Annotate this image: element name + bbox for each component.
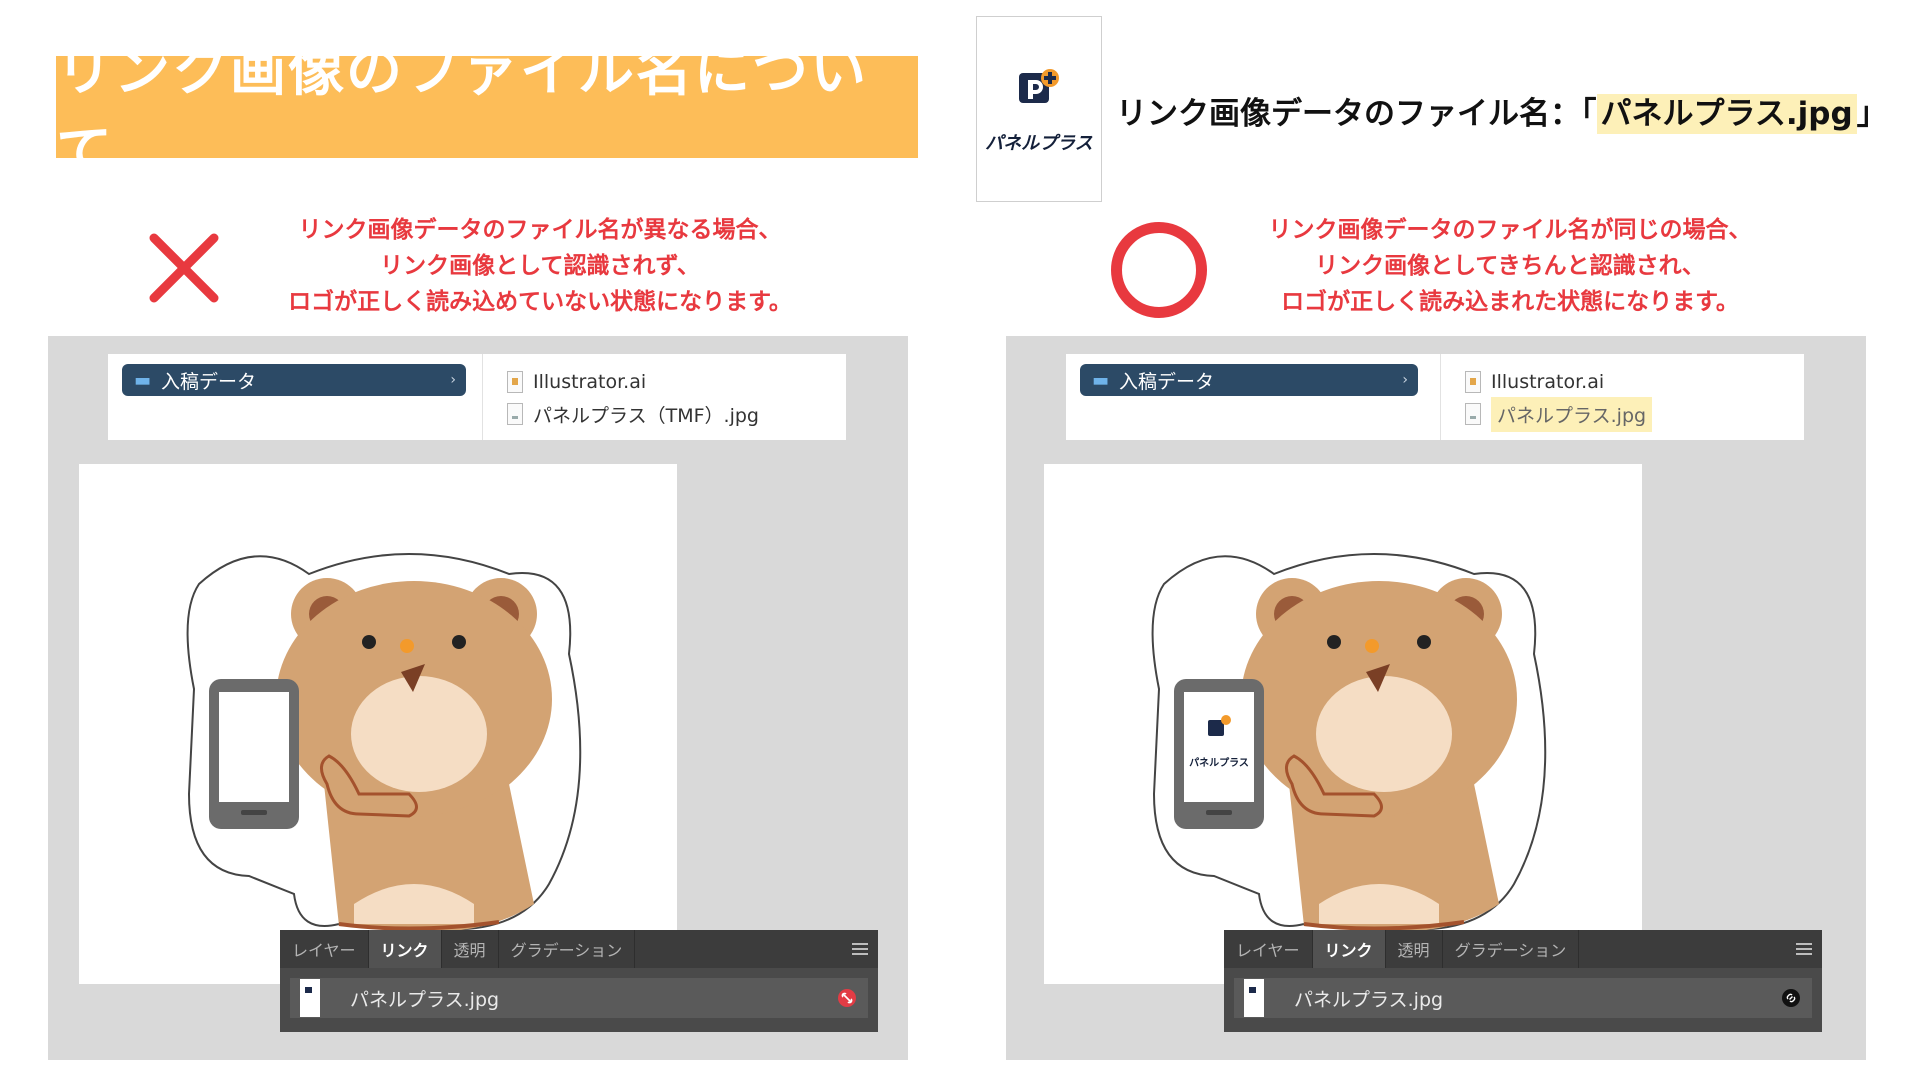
- link-name: パネルプラス.jpg: [1294, 988, 1444, 1011]
- link-thumbnail: [300, 979, 320, 1017]
- links-panel: レイヤー リンク 透明 グラデーション パネルプラス.jpg: [1224, 930, 1822, 1032]
- link-thumbnail: [1244, 979, 1264, 1017]
- filename-prefix: リンク画像データのファイル名：「: [1116, 96, 1597, 132]
- brand-logo: パネルプラス: [976, 16, 1102, 202]
- panel-menu-icon[interactable]: [1796, 930, 1822, 968]
- folder-icon: ▬: [134, 369, 152, 391]
- link-name: パネルプラス.jpg: [350, 988, 500, 1011]
- finder-column-folders: ▬ 入稿データ ›: [1066, 354, 1440, 440]
- page-title: リンク画像のファイル名について: [56, 39, 868, 185]
- good-case-note: リンク画像データのファイル名が同じの場合、 リンク画像としてきちんと認識され、 …: [1210, 212, 1810, 320]
- filename-suffix: 」: [1856, 96, 1888, 132]
- filename-statement: リンク画像データのファイル名：「 パネルプラス.jpg」: [1116, 88, 1888, 134]
- link-row[interactable]: パネルプラス.jpg: [1234, 978, 1812, 1018]
- folder-item[interactable]: ▬ 入稿データ ›: [1080, 364, 1418, 396]
- tab-layers[interactable]: レイヤー: [280, 930, 369, 968]
- circle-ok-icon: [1111, 222, 1207, 318]
- file-item[interactable]: パネルプラス.jpg: [1465, 396, 1804, 432]
- phone-logo-text: パネルプラス: [1189, 758, 1249, 769]
- folder-item[interactable]: ▬ 入稿データ ›: [122, 364, 466, 396]
- file-item[interactable]: パネルプラス（TMF）.jpg: [507, 398, 846, 430]
- links-panel: レイヤー リンク 透明 グラデーション パネルプラス.jpg: [280, 930, 878, 1032]
- chevron-right-icon: ›: [450, 372, 456, 388]
- cross-icon: [149, 233, 219, 303]
- finder-window: ▬ 入稿データ › Illustrator.ai パネルプラス（TMF）.jpg: [108, 354, 846, 440]
- note-line: リンク画像データのファイル名が同じの場合、: [1268, 217, 1752, 243]
- note-line: リンク画像として認識されず、: [380, 253, 700, 279]
- tab-gradient[interactable]: グラデーション: [1443, 930, 1580, 968]
- tab-transparency[interactable]: 透明: [442, 930, 499, 968]
- bad-case-panel: ▬ 入稿データ › Illustrator.ai パネルプラス（TMF）.jpg: [48, 336, 908, 1060]
- bear-illustration: [186, 553, 582, 933]
- tab-transparency[interactable]: 透明: [1386, 930, 1443, 968]
- good-case-panel: ▬ 入稿データ › Illustrator.ai パネルプラス.jpg パネルプ…: [1006, 336, 1866, 1060]
- filename-highlight: パネルプラス.jpg: [1596, 94, 1857, 134]
- logo-text: パネルプラス: [985, 133, 1093, 154]
- note-line: ロゴが正しく読み込まれた状態になります。: [1281, 289, 1739, 315]
- folder-label: 入稿データ: [1119, 370, 1215, 393]
- tab-links[interactable]: リンク: [1312, 930, 1386, 968]
- artboard: パネルプラス: [1044, 464, 1642, 984]
- links-panel-tabbar: レイヤー リンク 透明 グラデーション: [1224, 930, 1822, 968]
- panel-menu-icon[interactable]: [852, 930, 878, 968]
- tab-gradient[interactable]: グラデーション: [499, 930, 636, 968]
- file-item[interactable]: Illustrator.ai: [507, 366, 846, 398]
- link-icon[interactable]: [1782, 989, 1800, 1007]
- note-line: リンク画像データのファイル名が異なる場合、: [298, 217, 782, 243]
- ai-file-icon: [1465, 371, 1481, 393]
- file-name: パネルプラス（TMF）.jpg: [533, 404, 759, 427]
- broken-link-icon[interactable]: [838, 989, 856, 1007]
- note-line: ロゴが正しく読み込めていない状態になります。: [288, 289, 792, 315]
- folder-icon: ▬: [1092, 369, 1110, 391]
- file-item[interactable]: Illustrator.ai: [1465, 366, 1804, 398]
- file-name: Illustrator.ai: [1491, 371, 1605, 393]
- tab-links[interactable]: リンク: [368, 930, 442, 968]
- file-name-highlighted: パネルプラス.jpg: [1491, 396, 1653, 432]
- bad-case-note: リンク画像データのファイル名が異なる場合、 リンク画像として認識されず、 ロゴが…: [240, 212, 840, 320]
- chevron-right-icon: ›: [1402, 372, 1408, 388]
- finder-window: ▬ 入稿データ › Illustrator.ai パネルプラス.jpg: [1066, 354, 1804, 440]
- tab-layers[interactable]: レイヤー: [1224, 930, 1313, 968]
- jpg-file-icon: [507, 403, 523, 425]
- logo-mark-icon: [1019, 69, 1059, 103]
- bear-illustration: [1151, 553, 1547, 933]
- folder-label: 入稿データ: [161, 370, 257, 393]
- finder-column-files: Illustrator.ai パネルプラス.jpg: [1441, 354, 1804, 440]
- artboard: [79, 464, 677, 984]
- links-panel-tabbar: レイヤー リンク 透明 グラデーション: [280, 930, 878, 968]
- note-line: リンク画像としてきちんと認識され、: [1315, 253, 1705, 279]
- page-title-banner: リンク画像のファイル名について: [56, 39, 918, 185]
- link-row[interactable]: パネルプラス.jpg: [290, 978, 868, 1018]
- finder-column-folders: ▬ 入稿データ ›: [108, 354, 482, 440]
- finder-column-files: Illustrator.ai パネルプラス（TMF）.jpg: [483, 354, 846, 440]
- ai-file-icon: [507, 371, 523, 393]
- jpg-file-icon: [1465, 403, 1481, 425]
- file-name: Illustrator.ai: [533, 371, 647, 393]
